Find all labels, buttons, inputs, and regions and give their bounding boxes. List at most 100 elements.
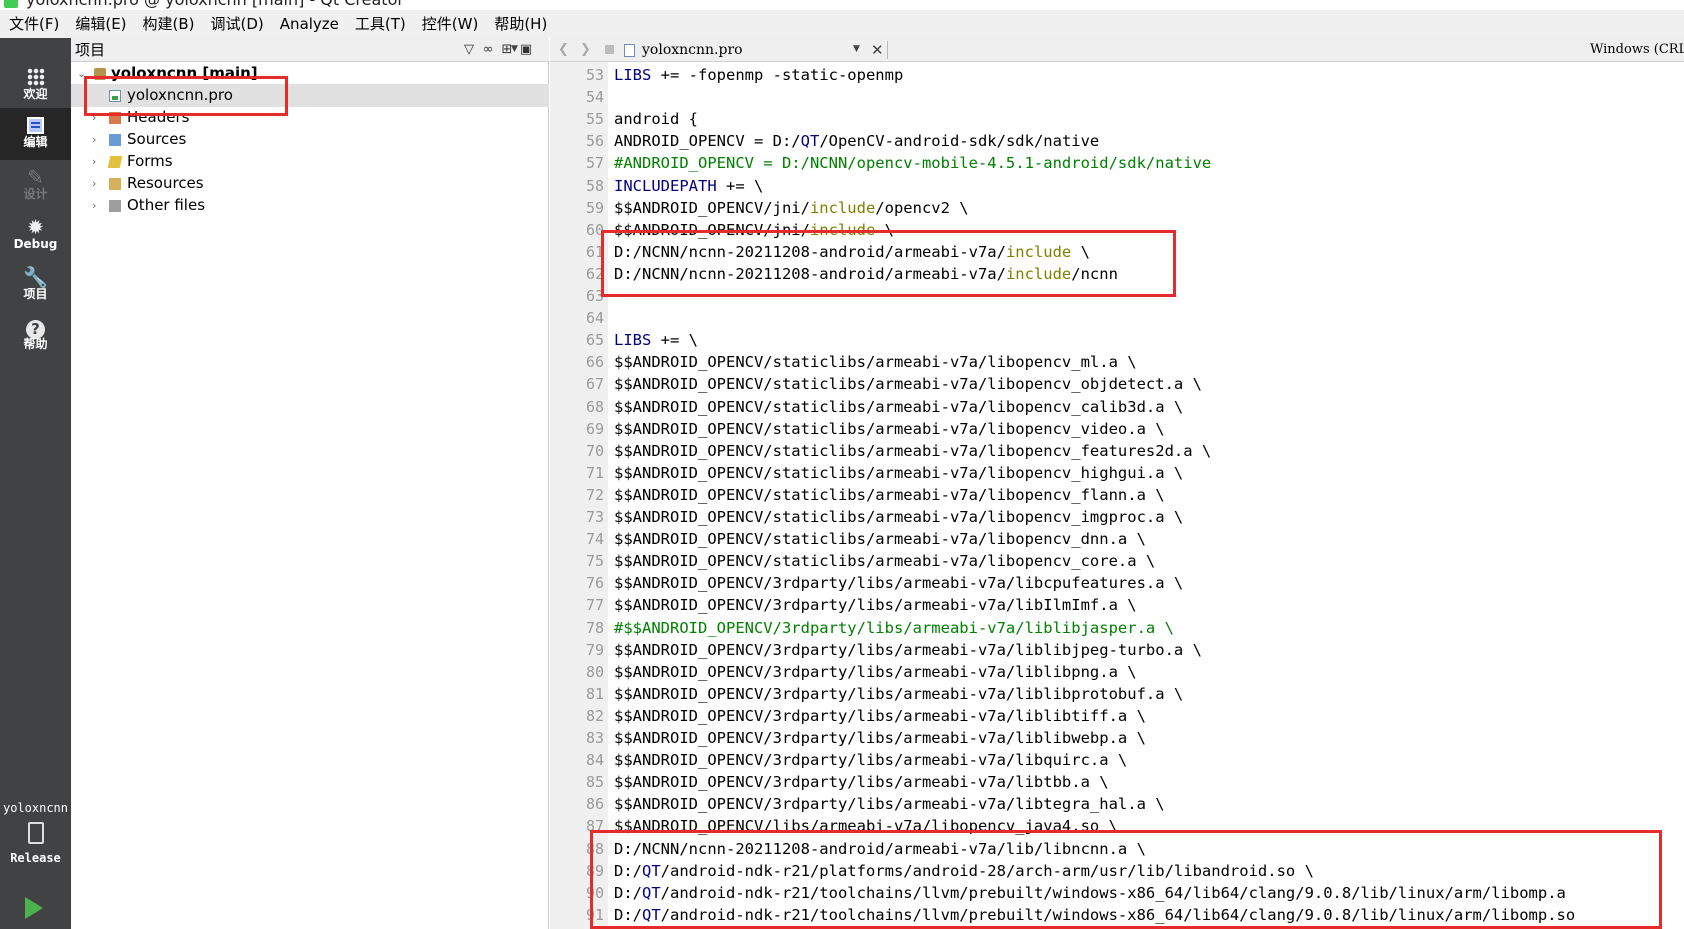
code-token: $$ANDROID_OPENCV/3rdparty/libs/armeabi-v…	[614, 596, 1137, 615]
code-line: $$ANDROID_OPENCV/staticlibs/armeabi-v7a/…	[614, 462, 1183, 484]
chevron-right-icon[interactable]: ›	[92, 150, 96, 173]
code-line: $$ANDROID_OPENCV/staticlibs/armeabi-v7a/…	[614, 550, 1155, 572]
link-icon[interactable]: ∞	[479, 41, 497, 59]
mode-edit-label: 编辑	[23, 135, 48, 149]
mode-projects[interactable]: 🔧 项目	[0, 260, 71, 312]
line-number: 87	[585, 817, 604, 836]
line-number: 63	[585, 287, 604, 305]
line-number: 79	[585, 640, 604, 659]
code-token: QT	[800, 132, 820, 151]
tree-item-label: Resources	[127, 174, 204, 192]
open-documents-dropdown-icon[interactable]: ▼	[853, 44, 860, 54]
code-line: $$ANDROID_OPENCV/staticlibs/armeabi-v7a/…	[614, 484, 1165, 506]
tree-item-sources[interactable]: › Sources	[71, 128, 549, 151]
code-line: $$ANDROID_OPENCV/3rdparty/libs/armeabi-v…	[614, 639, 1202, 661]
menu-build[interactable]: 构建(B)	[135, 10, 203, 38]
code-token: D:/	[614, 861, 642, 880]
toolbar-divider	[887, 41, 888, 59]
line-number: 73	[585, 508, 604, 526]
tree-item-resources[interactable]: › Resources	[71, 172, 549, 195]
code-token: D:/NCNN/ncnn-20211208-android/armeabi-v7…	[614, 839, 1146, 858]
close-document-icon[interactable]: ✕	[871, 39, 884, 61]
code-token: LIBS	[614, 331, 652, 350]
sources-folder-icon	[109, 134, 121, 146]
line-number: 82	[585, 706, 604, 725]
line-ending-selector[interactable]: Windows (CRLF)	[1590, 38, 1684, 62]
line-number: 86	[585, 795, 604, 814]
tree-item-headers[interactable]: › Headers	[71, 106, 549, 129]
pro-file-icon	[109, 90, 121, 102]
project-tree: ⌄ yoloxncnn [main] yoloxncnn.pro › Heade…	[71, 62, 549, 929]
nav-forward-icon[interactable]: ❯	[580, 41, 591, 59]
code-token: \	[1071, 242, 1090, 261]
tree-item-other-files[interactable]: › Other files	[71, 194, 549, 217]
chevron-down-icon[interactable]: ⌄	[77, 62, 86, 85]
line-number: 71	[585, 463, 604, 482]
code-token: include	[809, 198, 876, 217]
mode-edit[interactable]: 编辑	[0, 108, 71, 160]
code-token: $$ANDROID_OPENCV/3rdparty/libs/armeabi-v…	[614, 795, 1165, 814]
line-number: 60	[585, 220, 604, 239]
line-number: 70	[585, 441, 604, 460]
mode-help[interactable]: ? 帮助	[0, 310, 71, 362]
menu-bar: 文件(F) 编辑(E) 构建(B) 调试(D) Analyze 工具(T) 控件…	[0, 10, 1684, 38]
open-file-name[interactable]: yoloxncnn.pro	[642, 38, 743, 62]
run-button[interactable]	[25, 897, 43, 919]
menu-analyze[interactable]: Analyze	[272, 10, 347, 38]
tree-item-pro-file[interactable]: yoloxncnn.pro	[71, 84, 549, 107]
close-panel-icon[interactable]: ▣	[517, 41, 535, 59]
code-token: $$ANDROID_OPENCV/staticlibs/armeabi-v7a/…	[614, 397, 1184, 416]
resources-folder-icon	[109, 178, 121, 190]
mode-welcome[interactable]: 欢迎	[0, 60, 71, 112]
chevron-right-icon[interactable]: ›	[92, 172, 96, 195]
code-token: += -fopenmp -static-openmp	[651, 66, 904, 84]
code-token: $$ANDROID_OPENCV/staticlibs/armeabi-v7a/…	[614, 508, 1184, 526]
code-editor[interactable]: LIBS += -fopenmp -static-openmp android {…	[608, 62, 1684, 929]
grid-icon	[26, 68, 45, 86]
menu-help[interactable]: 帮助(H)	[486, 10, 555, 38]
mode-design[interactable]: ✎ 设计	[0, 160, 71, 212]
project-icon	[94, 68, 106, 80]
chevron-right-icon[interactable]: ›	[92, 194, 96, 217]
menu-edit[interactable]: 编辑(E)	[67, 10, 134, 38]
split-icon[interactable]: ⊞	[498, 41, 516, 59]
code-token: $$ANDROID_OPENCV/3rdparty/libs/armeabi-v…	[614, 706, 1146, 725]
menu-debug[interactable]: 调试(D)	[203, 10, 272, 38]
forms-folder-icon	[107, 156, 123, 168]
code-line: $$ANDROID_OPENCV/staticlibs/armeabi-v7a/…	[614, 528, 1146, 550]
chevron-right-icon[interactable]: ›	[92, 128, 96, 151]
mode-debug[interactable]: ✹ Debug	[0, 210, 71, 262]
filter-icon[interactable]: ▽	[460, 41, 478, 59]
editor-toolbar: ❮ ❯ yoloxncnn.pro ▼ ✕ Windows (CRLF)	[550, 38, 1684, 62]
code-line: #$$ANDROID_OPENCV/3rdparty/libs/armeabi-…	[614, 617, 1174, 639]
code-token: $$ANDROID_OPENCV/staticlibs/armeabi-v7a/…	[614, 441, 1212, 460]
line-number: 66	[585, 353, 604, 372]
tree-item-project[interactable]: ⌄ yoloxncnn [main]	[71, 62, 549, 85]
code-token: /ncnn	[1071, 264, 1118, 283]
chevron-right-icon[interactable]: ›	[92, 106, 96, 129]
menu-window[interactable]: 控件(W)	[414, 10, 487, 38]
code-line: $$ANDROID_OPENCV/3rdparty/libs/armeabi-v…	[614, 727, 1146, 749]
code-line: D:/QT/android-ndk-r21/toolchains/llvm/pr…	[614, 904, 1575, 926]
code-token: \	[875, 220, 894, 239]
code-line: D:/NCNN/ncnn-20211208-android/armeabi-v7…	[614, 241, 1090, 263]
qt-creator-icon	[4, 0, 18, 8]
tree-item-forms[interactable]: › Forms	[71, 150, 549, 173]
menu-file[interactable]: 文件(F)	[0, 10, 67, 38]
line-number: 55	[585, 110, 604, 129]
code-token: $$ANDROID_OPENCV/staticlibs/armeabi-v7a/…	[614, 485, 1165, 504]
code-token: /android-ndk-r21/toolchains/llvm/prebuil…	[660, 883, 1566, 902]
code-line: $$ANDROID_OPENCV/jni/include \	[614, 219, 894, 241]
line-number: 89	[585, 861, 604, 880]
line-number: 64	[585, 309, 604, 328]
nav-back-icon[interactable]: ❮	[558, 41, 569, 59]
code-token: += \	[716, 176, 764, 195]
menu-tools[interactable]: 工具(T)	[347, 10, 414, 38]
lock-icon	[605, 45, 614, 54]
line-number: 67	[585, 375, 604, 394]
code-line: $$ANDROID_OPENCV/3rdparty/libs/armeabi-v…	[614, 572, 1183, 594]
build-config: Release	[10, 851, 61, 865]
code-line: $$ANDROID_OPENCV/3rdparty/libs/armeabi-v…	[614, 594, 1137, 616]
kit-selector[interactable]: yoloxncnn Release	[0, 800, 71, 866]
tree-item-label: Headers	[127, 108, 190, 126]
